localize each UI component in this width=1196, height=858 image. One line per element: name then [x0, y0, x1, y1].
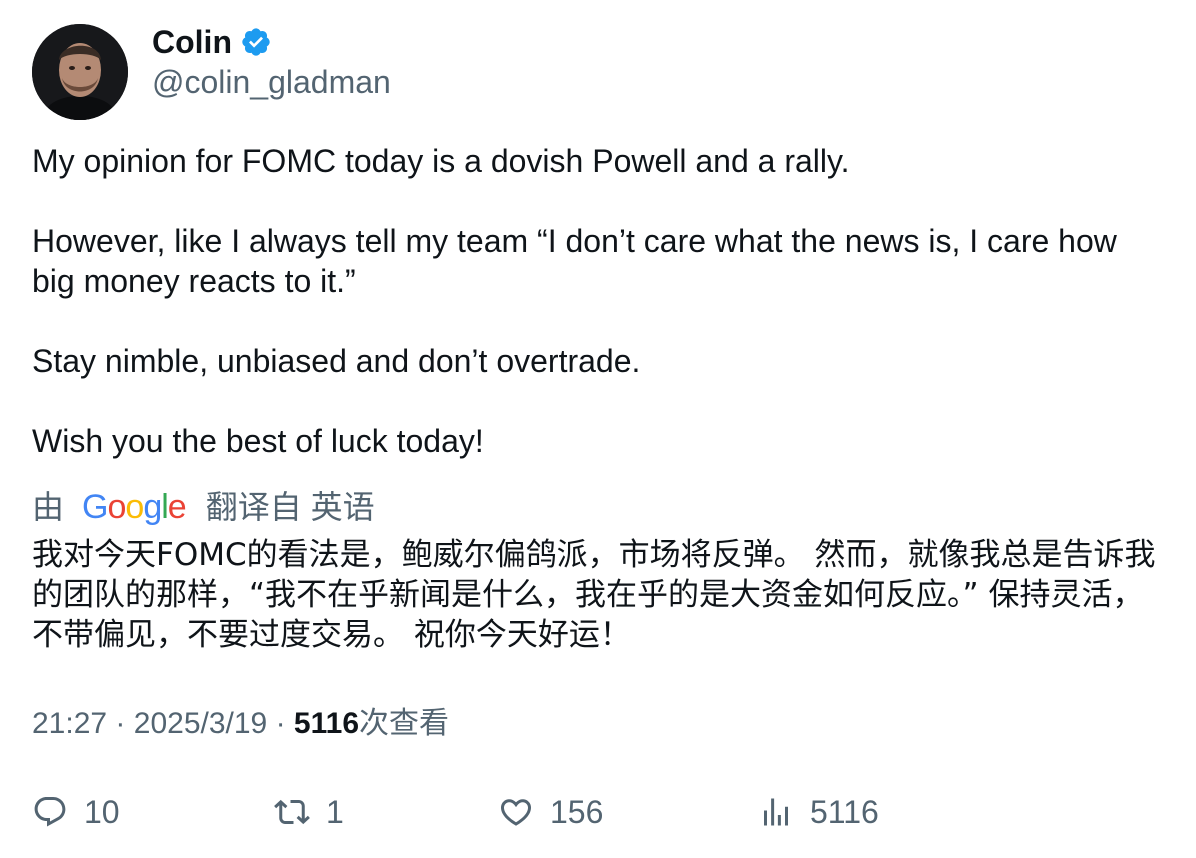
- tweet-time[interactable]: 21:27: [32, 707, 107, 740]
- tweet-date[interactable]: 2025/3/19: [134, 707, 267, 740]
- meta-separator: ·: [115, 707, 126, 740]
- display-name[interactable]: Colin: [152, 22, 232, 62]
- retweet-count: 1: [326, 793, 344, 830]
- reply-icon: [32, 794, 68, 830]
- avatar-image: [32, 24, 128, 120]
- tweet-paragraph: Stay nimble, unbiased and don’t overtrad…: [32, 343, 641, 379]
- user-handle[interactable]: @colin_gladman: [152, 62, 391, 102]
- tweet-text: My opinion for FOMC today is a dovish Po…: [32, 141, 1167, 461]
- translated-text: 我对今天FOMC的看法是，鲍威尔偏鸽派，市场将反弹。 然而，就像我总是告诉我的团…: [32, 537, 1156, 653]
- views-action-count: 5116: [810, 793, 879, 830]
- verified-badge-icon[interactable]: [240, 26, 272, 58]
- like-count: 156: [550, 793, 604, 830]
- translation-attribution[interactable]: 由 Google 翻译自 英语: [32, 486, 375, 528]
- heart-icon: [498, 794, 534, 830]
- views-button[interactable]: 5116: [758, 790, 879, 834]
- retweet-icon: [274, 794, 310, 830]
- reply-count: 10: [84, 793, 120, 830]
- avatar[interactable]: [32, 24, 128, 120]
- google-logo: Google: [82, 488, 187, 526]
- views-chart-icon: [758, 794, 794, 830]
- translation-label: 翻译自 英语: [205, 489, 375, 525]
- tweet-paragraph: Wish you the best of luck today!: [32, 423, 484, 459]
- tweet-paragraph: My opinion for FOMC today is a dovish Po…: [32, 143, 850, 179]
- reply-button[interactable]: 10: [32, 790, 120, 834]
- views-label: 次查看: [359, 707, 450, 740]
- like-button[interactable]: 156: [498, 790, 603, 834]
- retweet-button[interactable]: 1: [274, 790, 344, 834]
- translation-prefix: 由: [32, 489, 65, 525]
- tweet-paragraph: However, like I always tell my team “I d…: [32, 223, 1117, 299]
- tweet-meta: 21:27 · 2025/3/19 · 5116次查看: [32, 704, 449, 744]
- meta-separator: ·: [275, 707, 286, 740]
- display-name-row[interactable]: Colin: [152, 22, 272, 62]
- views-count: 5116: [293, 707, 360, 740]
